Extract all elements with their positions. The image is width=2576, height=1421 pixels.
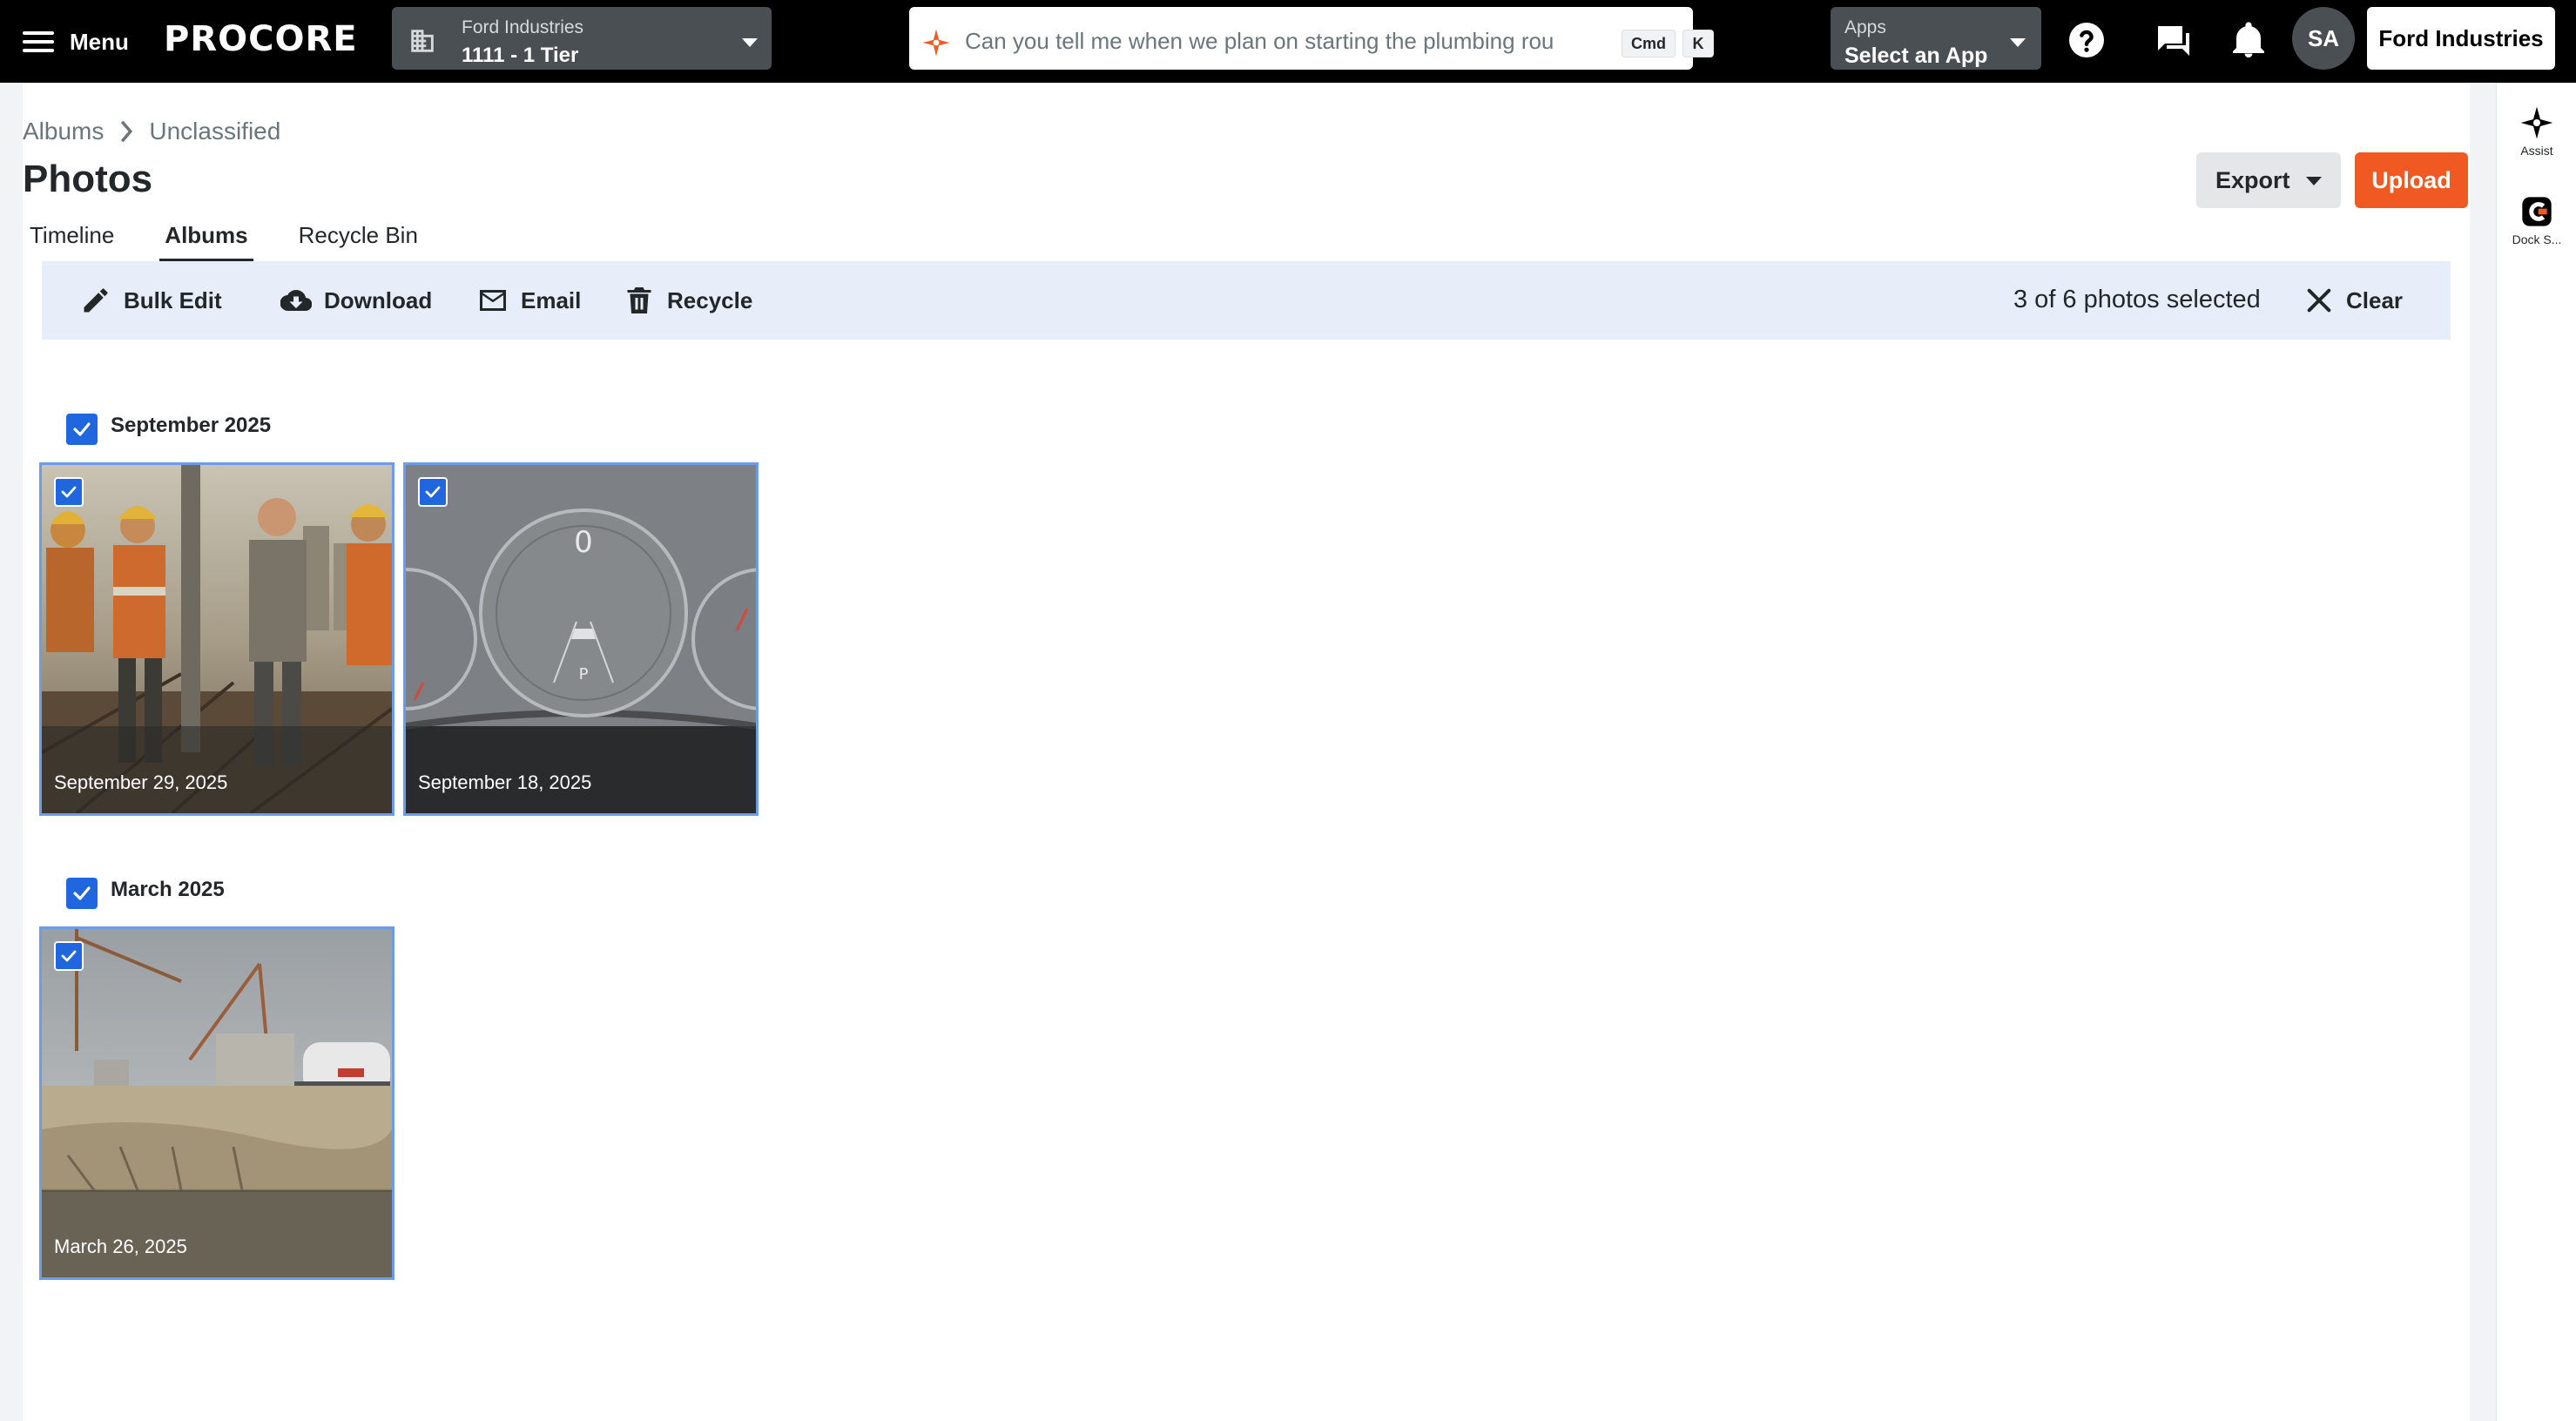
photo-date: March 26, 2025 bbox=[54, 1236, 187, 1257]
photo-caption-overlay bbox=[42, 726, 392, 813]
photo-tabs: Timeline Albums Recycle Bin bbox=[30, 222, 469, 262]
svg-text:P: P bbox=[579, 665, 589, 684]
help-icon[interactable] bbox=[2066, 19, 2107, 61]
company-button[interactable]: Ford Industries bbox=[2367, 7, 2555, 70]
checkmark-icon bbox=[73, 886, 91, 900]
hamburger-icon bbox=[23, 30, 54, 54]
group-select-checkbox[interactable] bbox=[66, 878, 98, 909]
email-label: Email bbox=[521, 286, 582, 313]
assist-label: Assist bbox=[2520, 144, 2553, 158]
user-avatar[interactable]: SA bbox=[2292, 7, 2355, 70]
svg-text:0: 0 bbox=[574, 525, 593, 560]
selection-count: 3 of 6 photos selected bbox=[2013, 286, 2261, 313]
photo-tile[interactable]: March 26, 2025 bbox=[39, 926, 394, 1280]
upload-button[interactable]: Upload bbox=[2355, 152, 2468, 208]
assist-button[interactable]: Assist bbox=[2497, 105, 2576, 158]
checkmark-icon bbox=[61, 950, 77, 962]
group-title: September 2025 bbox=[111, 414, 272, 437]
photo-date: September 18, 2025 bbox=[418, 771, 592, 793]
recycle-button[interactable]: Recycle bbox=[624, 261, 752, 340]
export-button[interactable]: Export bbox=[2196, 152, 2341, 208]
close-icon bbox=[2307, 288, 2331, 313]
project-company-label: Ford Industries bbox=[462, 17, 584, 37]
page-title: Photos bbox=[23, 158, 153, 200]
checkmark-icon bbox=[73, 422, 91, 436]
main-content: Albums Unclassified Photos Export Upload… bbox=[23, 83, 2470, 1421]
menu-label: Menu bbox=[70, 28, 129, 55]
photo-caption-overlay bbox=[406, 726, 756, 813]
apps-value: Select an App bbox=[1844, 44, 1988, 68]
export-label: Export bbox=[2215, 167, 2290, 193]
pencil-icon bbox=[84, 288, 108, 313]
bell-icon[interactable] bbox=[2228, 19, 2269, 61]
group-select-checkbox[interactable] bbox=[66, 414, 98, 445]
photo-tile[interactable]: September 29, 2025 bbox=[39, 462, 394, 816]
group-title: March 2025 bbox=[111, 878, 225, 901]
sparkle-icon bbox=[922, 29, 950, 57]
tab-albums[interactable]: Albums bbox=[159, 222, 254, 262]
shortcut-k-key: K bbox=[1682, 30, 1714, 57]
photo-select-checkbox[interactable] bbox=[54, 477, 84, 507]
breadcrumb: Albums Unclassified bbox=[23, 118, 280, 145]
mail-icon bbox=[480, 290, 506, 311]
apps-label: Apps bbox=[1844, 17, 1886, 37]
shortcut-cmd-key: Cmd bbox=[1622, 30, 1676, 57]
chevron-down-icon bbox=[2306, 177, 2322, 185]
clear-label: Clear bbox=[2346, 286, 2404, 313]
chevron-right-icon bbox=[121, 120, 133, 143]
top-navigation-bar: Menu PROCORE Ford Industries 1111 - 1 Ti… bbox=[0, 0, 2576, 83]
cloud-download-icon bbox=[280, 290, 312, 312]
recycle-label: Recycle bbox=[667, 286, 753, 313]
chevron-down-icon bbox=[2010, 38, 2026, 47]
breadcrumb-current: Unclassified bbox=[149, 118, 281, 145]
dock-button[interactable]: Dock S... bbox=[2497, 194, 2576, 246]
tab-recycle-bin[interactable]: Recycle Bin bbox=[299, 222, 418, 259]
breadcrumb-albums-link[interactable]: Albums bbox=[23, 118, 104, 145]
bulk-action-bar: Bulk Edit Download Email Recycle 3 of 6 … bbox=[42, 261, 2451, 340]
photo-select-checkbox[interactable] bbox=[418, 477, 448, 507]
email-button[interactable]: Email bbox=[477, 261, 581, 340]
ai-search-input[interactable]: Can you tell me when we plan on starting… bbox=[909, 7, 1714, 70]
bulk-edit-label: Bulk Edit bbox=[124, 286, 222, 313]
clear-selection-button[interactable]: Clear bbox=[2304, 261, 2403, 340]
trash-icon bbox=[627, 287, 651, 313]
apps-selector[interactable]: Apps Select an App bbox=[1831, 7, 2041, 70]
chevron-down-icon bbox=[742, 38, 758, 47]
project-selector[interactable]: Ford Industries 1111 - 1 Tier bbox=[392, 7, 772, 70]
dock-icon bbox=[2522, 197, 2552, 226]
photo-tile[interactable]: 0 P September 18, 2025 bbox=[403, 462, 759, 816]
dock-label: Dock S... bbox=[2512, 232, 2562, 246]
procore-logo[interactable]: PROCORE bbox=[164, 19, 358, 61]
tab-timeline[interactable]: Timeline bbox=[30, 222, 114, 259]
download-label: Download bbox=[324, 286, 433, 313]
chat-icon[interactable] bbox=[2153, 19, 2195, 61]
download-button[interactable]: Download bbox=[280, 261, 432, 340]
checkmark-icon bbox=[425, 486, 441, 498]
menu-button[interactable]: Menu bbox=[23, 16, 136, 68]
project-name-label: 1111 - 1 Tier bbox=[462, 44, 579, 67]
checkmark-icon bbox=[61, 486, 77, 498]
building-icon bbox=[411, 30, 434, 52]
photo-date: September 29, 2025 bbox=[54, 771, 228, 793]
bulk-edit-button[interactable]: Bulk Edit bbox=[80, 261, 222, 340]
right-rail: Assist Dock S... bbox=[2496, 83, 2576, 1421]
assist-sparkle-icon bbox=[2520, 106, 2553, 139]
photo-caption-overlay bbox=[42, 1190, 392, 1277]
search-placeholder: Can you tell me when we plan on starting… bbox=[965, 28, 1554, 54]
photo-select-checkbox[interactable] bbox=[54, 941, 84, 971]
